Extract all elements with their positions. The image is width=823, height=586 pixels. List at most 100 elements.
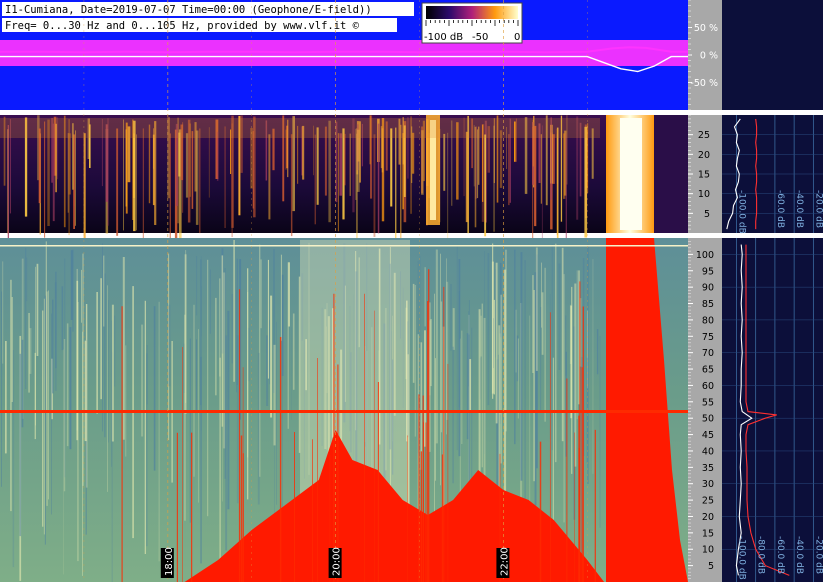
spectrogram-105-tick-label: 65 [702,365,714,376]
spectrogram-30-streak [447,132,449,251]
spectrogram-105-streak [69,327,72,450]
spectrogram-105-tick-label: 45 [702,430,714,441]
spectrogram-105-streak [260,259,262,329]
spectrogram-30-streak [216,131,219,181]
spectrogram-105-streak [146,345,148,405]
spectrogram-105-streak [266,335,269,406]
spectrogram-105-streak [541,262,542,328]
spectrogram-105-streak [487,253,490,406]
spectrum-105-tick-label: -80.0 dB [756,536,766,574]
spectrogram-105-streak [267,259,269,379]
spectrogram-105-streak [36,263,39,356]
header-line2: Freq= 0...30 Hz and 0...105 Hz, provided… [5,20,360,32]
header-line1: I1-Cumiana, Date=2019-07-07 Time=00:00 (… [5,4,372,16]
spectrogram-105-streak [5,341,7,454]
time-label: 20:00 [332,547,343,576]
spectrogram-105-streak [435,249,438,444]
spectrogram-105-streak [495,262,498,424]
spectrogram-30-streak [316,127,319,205]
spectrogram-105-streak [54,282,57,391]
spectrogram-105-streak [450,284,452,351]
spectrogram-105-tick-label: 35 [702,463,714,474]
spectrogram-30-streak [199,128,201,234]
spectrum-30-tick-label: -40.0 dB [794,190,804,228]
spectrogram-105-streak [12,350,15,568]
spectrogram-105-streak [273,344,276,446]
spectrogram-105-streak [551,244,553,451]
spectrogram-105-streak [28,313,30,393]
spectrogram-105-streak [96,292,98,414]
spectrogram-30-streak [584,126,588,238]
spectrogram-105-streak [280,254,282,341]
spectrogram-105-streak [52,299,54,394]
spectrogram-30-streak [532,127,534,241]
spectrogram-105-streak [1,291,2,487]
spectrogram-105-streak [420,342,423,470]
spectrogram-105-streak [42,310,44,527]
spectrum-30-tick-label: -100.0 dB [736,190,746,234]
separator-1 [0,110,823,115]
amplitude-tick-label: -50 % [690,78,718,89]
spectrogram-105-streak [535,247,538,371]
spectrogram-105-streak [183,343,185,393]
spectrogram-105-streak [440,253,441,486]
spectrogram-105-streak [108,299,109,443]
spectrogram-105-streak [70,250,73,320]
spectrogram-105-tick-label: 60 [702,381,714,392]
spectrogram-105-streak [100,278,102,400]
spectrogram-105-streak [236,335,239,504]
chart-canvas: 50 % 0 % -50 % I1-Cumiana, Date=2019-07-07… [0,0,823,586]
spectrogram-105-streak [29,328,32,374]
spectrogram-105-streak [435,358,436,481]
time-label: 22:00 [499,547,510,576]
spectrogram-30-streak [395,127,397,246]
spectrogram-30-streak [476,129,479,199]
spectrogram-105-streak [469,359,472,412]
spectrogram-105-streak [185,250,187,403]
spectrogram-105-streak [153,306,156,471]
spectrogram-105-tick-label: 70 [702,348,714,359]
spectrogram-105-streak [84,340,87,442]
spectrogram-105-tick-label: 100 [696,250,714,261]
spectrogram-30-streak [565,134,567,248]
spectrogram-105-streak [592,259,594,474]
spectrogram-105-streak [125,345,127,457]
spectrogram-30-streak [178,132,181,177]
spectrogram-105-streak [429,320,431,396]
spectrogram-105-tick-label: 20 [702,512,714,523]
spectrogram-105-streak [452,308,455,350]
spectrogram-105-streak [114,315,116,387]
spectrogram-105-streak [517,338,519,419]
colorbar: -100 dB -50 0 [421,2,523,44]
spectrum-30-tick-label: -60.0 dB [775,190,785,228]
spectrogram-105-tick-label: 85 [702,299,714,310]
colorbar-label-max: 0 [514,32,520,43]
spectrum-105-tick-label: -100.0 dB [736,536,746,580]
spectrogram-105-streak [257,352,260,505]
spectrogram-30-streak [443,133,446,191]
spectrogram-105-streak [21,339,24,428]
spectrogram-30-streak [224,126,226,228]
spectrogram-105-tick-label: 55 [702,397,714,408]
spectrogram-30-tick-label: 25 [698,130,710,141]
spectrogram-30-streak [390,128,393,207]
spectrogram-105-streak [446,258,447,435]
spectrogram-105-streak [25,248,27,389]
spectrogram-30-streak [499,130,503,188]
spectrogram-105-streak [419,256,421,450]
spectrogram-105-streak [483,317,486,495]
spectrogram-105-streak [555,243,557,463]
spectrogram-105-streak [196,339,197,413]
spectrogram-105-streak [424,267,426,327]
spectrogram-105-streak [540,307,542,411]
spectrum-105-tick-label: -60.0 dB [775,536,785,574]
spectrogram-105-tick-label: 5 [708,561,714,572]
spectrogram-105-streak [233,240,235,382]
spectrogram-30-streak [508,134,510,206]
spectrogram-30-streak [195,130,199,225]
spectrogram-105-streak [570,305,573,419]
spectrogram-105-50hz-line [0,410,688,413]
spectrogram-30-streak [474,126,477,228]
spectrogram-30-streak [349,133,351,196]
spectrogram-105-streak [63,339,66,492]
